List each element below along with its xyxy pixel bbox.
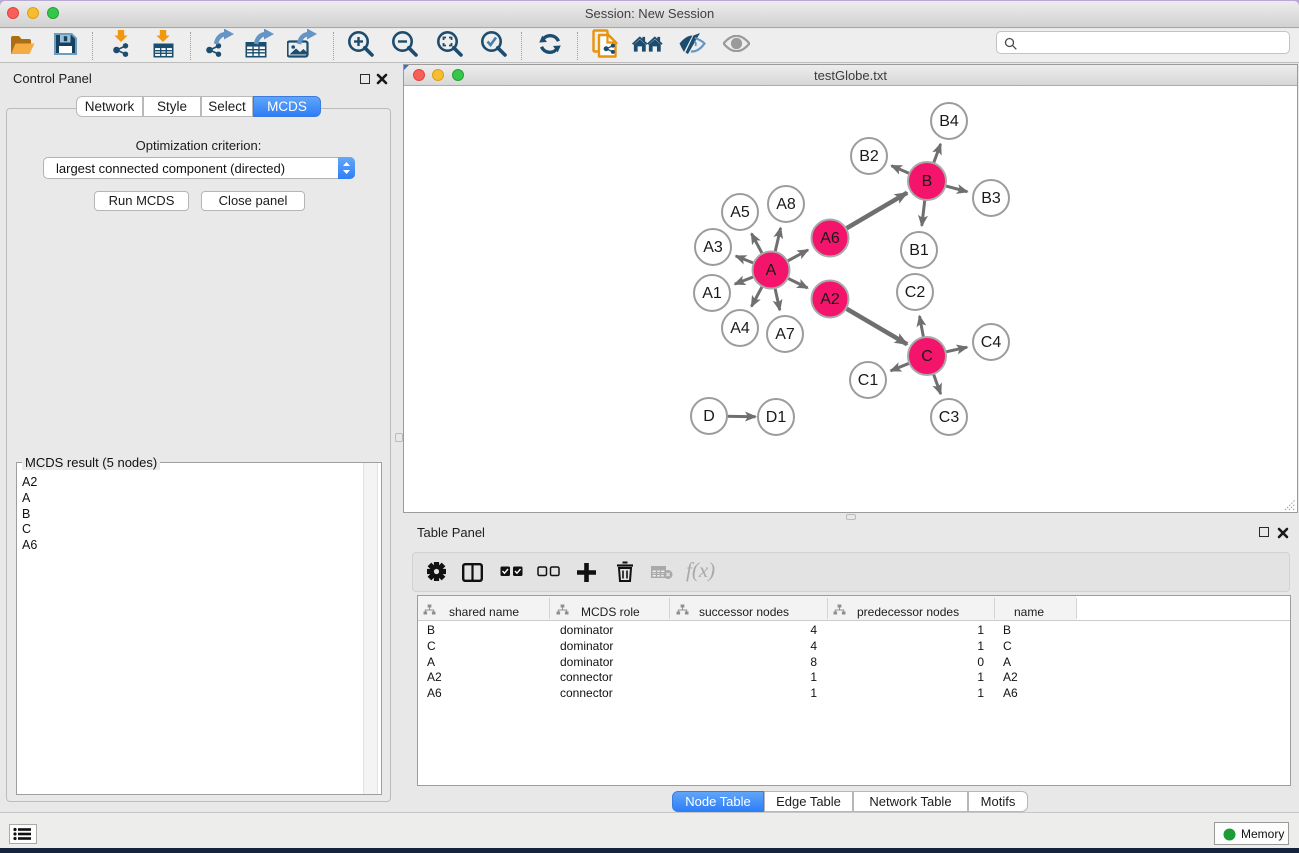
svg-text:A7: A7 — [775, 326, 795, 343]
svg-text:C1: C1 — [858, 372, 879, 389]
svg-text:C4: C4 — [981, 334, 1002, 351]
svg-text:B2: B2 — [859, 148, 879, 165]
svg-text:A4: A4 — [730, 320, 750, 337]
svg-text:B1: B1 — [909, 242, 929, 259]
svg-text:B: B — [922, 173, 933, 190]
svg-text:D1: D1 — [766, 409, 787, 426]
svg-text:A6: A6 — [820, 230, 840, 247]
svg-text:D: D — [703, 408, 715, 425]
svg-text:C2: C2 — [905, 284, 926, 301]
svg-text:C: C — [921, 348, 933, 365]
svg-text:B4: B4 — [939, 113, 959, 130]
svg-text:B3: B3 — [981, 190, 1001, 207]
svg-text:C3: C3 — [939, 409, 960, 426]
svg-text:A3: A3 — [703, 239, 723, 256]
svg-text:A1: A1 — [702, 285, 722, 302]
svg-text:A: A — [766, 262, 777, 279]
svg-text:A8: A8 — [776, 196, 796, 213]
svg-text:A2: A2 — [820, 291, 840, 308]
svg-text:A5: A5 — [730, 204, 750, 221]
